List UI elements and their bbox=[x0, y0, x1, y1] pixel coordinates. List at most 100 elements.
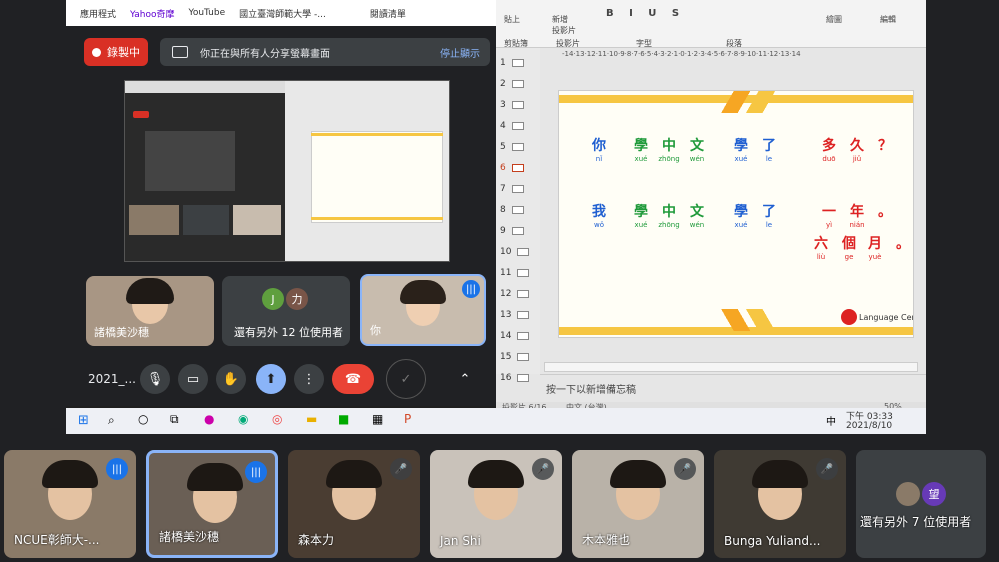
new-slide-button[interactable]: 新增 投影片 bbox=[552, 14, 576, 36]
slide-thumbnail[interactable]: 8 bbox=[500, 205, 536, 215]
powerpoint-icon[interactable]: P bbox=[404, 412, 411, 426]
horizontal-scrollbar[interactable] bbox=[544, 362, 918, 372]
slide-number: 2 bbox=[500, 79, 506, 89]
camera-icon: ▭ bbox=[186, 371, 200, 387]
slide-number: 4 bbox=[500, 121, 506, 131]
ribbon: 貼上 新增 投影片 B I U S 剪貼簿 投影片 字型 段落 繪圖 編輯 bbox=[496, 0, 926, 48]
edge-icon[interactable]: ◉ bbox=[238, 412, 248, 426]
slide-thumbnail[interactable]: 1 bbox=[500, 58, 536, 68]
present-icon bbox=[172, 46, 188, 58]
slide-thumbnail[interactable]: 10 bbox=[500, 247, 536, 257]
drawing-button[interactable]: 繪圖 bbox=[826, 14, 842, 25]
windows-start-icon[interactable]: ⊞ bbox=[78, 413, 89, 428]
gallery-tile[interactable]: 🎤 Bunga Yuliand... bbox=[714, 450, 846, 558]
meeting-code[interactable]: 2021_... bbox=[88, 372, 136, 386]
pinyin-label: jiǔ bbox=[852, 155, 862, 163]
search-icon[interactable]: ⌕ bbox=[108, 413, 115, 428]
chrome-icon[interactable]: ◎ bbox=[272, 412, 282, 426]
mic-button[interactable]: 🎙 bbox=[140, 364, 170, 394]
pinyin-label: xué bbox=[634, 155, 648, 163]
bookmark-item[interactable]: 閱讀清單 bbox=[370, 7, 406, 20]
hanzi-character: 一 bbox=[822, 204, 836, 220]
slide-number: 11 bbox=[500, 268, 512, 278]
slide-thumbnail[interactable]: 3 bbox=[500, 100, 536, 110]
pinyin-label: nián bbox=[849, 221, 865, 229]
hanzi-character: 月 bbox=[868, 236, 882, 252]
camera-button[interactable]: ▭ bbox=[178, 364, 208, 394]
speaking-icon: ||| bbox=[106, 458, 128, 480]
gallery-tile[interactable]: ||| 諸橋美沙穗 bbox=[146, 450, 278, 558]
nested-screen-preview bbox=[124, 80, 450, 262]
ime-indicator[interactable]: 中 bbox=[826, 413, 836, 428]
share-banner: 你正在與所有人分享螢幕畫面 停止顯示 bbox=[160, 38, 490, 66]
slide-thumbnail[interactable]: 2 bbox=[500, 79, 536, 89]
share-text: 你正在與所有人分享螢幕畫面 bbox=[200, 48, 330, 60]
slide-number: 5 bbox=[500, 142, 506, 152]
avatar: 力 bbox=[286, 288, 308, 310]
present-icon: ⬆ bbox=[265, 371, 277, 387]
hanzi-character: 。 bbox=[896, 236, 910, 252]
pinyin-label: xué bbox=[634, 221, 648, 229]
bookmark-item[interactable]: 應用程式 bbox=[80, 7, 116, 20]
slide-thumbnail[interactable]: 5 bbox=[500, 142, 536, 152]
group-label: 字型 bbox=[636, 39, 652, 48]
self-tile[interactable]: ||| 你 bbox=[360, 274, 486, 346]
chevron-up-icon[interactable]: ⌃ bbox=[450, 364, 480, 394]
app-icon[interactable]: ▦ bbox=[372, 412, 383, 426]
slide-thumbnail[interactable]: 9 bbox=[500, 226, 536, 236]
participant-tile[interactable]: 諸橋美沙穗 bbox=[86, 276, 214, 346]
slide-number: 10 bbox=[500, 247, 512, 257]
participant-name: Bunga Yuliand... bbox=[724, 534, 821, 548]
pinyin-label: wén bbox=[689, 155, 705, 163]
stop-sharing-button[interactable]: 停止顯示 bbox=[440, 45, 480, 60]
bookmark-item[interactable]: Yahoo奇摩 bbox=[130, 7, 175, 20]
hanzi-character: 學 bbox=[734, 204, 748, 220]
gallery-tile[interactable]: 🎤 森本力 bbox=[288, 450, 420, 558]
hanzi-character: 中 bbox=[662, 204, 676, 220]
slide-thumbnail[interactable]: 15 bbox=[500, 352, 536, 362]
hanzi-character: 學 bbox=[634, 204, 648, 220]
more-participants-tile[interactable]: 望 還有另外 7 位使用者 bbox=[856, 450, 986, 558]
avatar: 望 bbox=[922, 482, 946, 506]
present-button[interactable]: ⬆ bbox=[256, 364, 286, 394]
paste-button[interactable]: 貼上 bbox=[504, 14, 520, 25]
gallery-tile[interactable]: 🎤 木本雅也 bbox=[572, 450, 704, 558]
raise-hand-button[interactable]: ✋ bbox=[216, 364, 246, 394]
editing-button[interactable]: 編輯 bbox=[880, 14, 896, 25]
slide-thumbnails: 1 2 3 4 5 6 7 8 9 10 11 12 13 14 15 16 bbox=[496, 48, 540, 383]
recording-button[interactable]: 錄製中 bbox=[84, 38, 148, 66]
slide-number: 7 bbox=[500, 184, 506, 194]
mic-off-icon: 🎤 bbox=[816, 458, 838, 480]
others-tile[interactable]: J 力 還有另外 12 位使用者 bbox=[222, 276, 350, 346]
slide-thumbnail[interactable]: 4 bbox=[500, 121, 536, 131]
slide-canvas[interactable]: 你 nǐ 學 xué 中 zhōng 文 wén 學 xué 了 le 多 duō 久 jiǔ？我 wǒ 學 xué… bbox=[558, 90, 914, 338]
slide-number: 12 bbox=[500, 289, 512, 299]
folder-icon[interactable]: ▬ bbox=[306, 412, 317, 426]
hand-icon: ✋ bbox=[222, 371, 240, 387]
gallery-tile[interactable]: 🎤 Jan Shi bbox=[430, 450, 562, 558]
slide-thumbnail[interactable]: 12 bbox=[500, 289, 536, 299]
more-options-button[interactable]: ⋮ bbox=[294, 364, 324, 394]
font-tools[interactable]: B I U S bbox=[606, 8, 685, 19]
bookmark-item[interactable]: YouTube bbox=[189, 8, 226, 18]
slide-thumbnail[interactable]: 13 bbox=[500, 310, 536, 320]
slide-thumbnail[interactable]: 6 bbox=[500, 163, 536, 173]
slide-thumbnail[interactable]: 14 bbox=[500, 331, 536, 341]
cortana-icon[interactable]: ○ bbox=[138, 412, 148, 426]
slide-number: 15 bbox=[500, 352, 512, 362]
gallery-tile[interactable]: ||| NCUE彰師大-... bbox=[4, 450, 136, 558]
speaking-icon: ||| bbox=[245, 461, 267, 483]
participant-name: 木本雅也 bbox=[582, 533, 631, 547]
line-icon[interactable]: ■ bbox=[338, 412, 349, 426]
hanzi-character: 你 bbox=[592, 138, 606, 154]
app-icon[interactable]: ● bbox=[204, 412, 214, 426]
logo-icon bbox=[841, 309, 857, 325]
leave-call-button[interactable]: ☎ bbox=[332, 364, 374, 394]
slide-thumbnail[interactable]: 16 bbox=[500, 373, 536, 383]
slide-thumbnail[interactable]: 7 bbox=[500, 184, 536, 194]
notes-pane[interactable]: 按一下以新增備忘稿 bbox=[540, 374, 926, 402]
bookmark-item[interactable]: 國立臺灣師範大學 -... bbox=[239, 7, 326, 20]
slide-thumbnail[interactable]: 11 bbox=[500, 268, 536, 278]
hanzi-character: 學 bbox=[734, 138, 748, 154]
task-view-icon[interactable]: ⧉ bbox=[170, 412, 179, 427]
